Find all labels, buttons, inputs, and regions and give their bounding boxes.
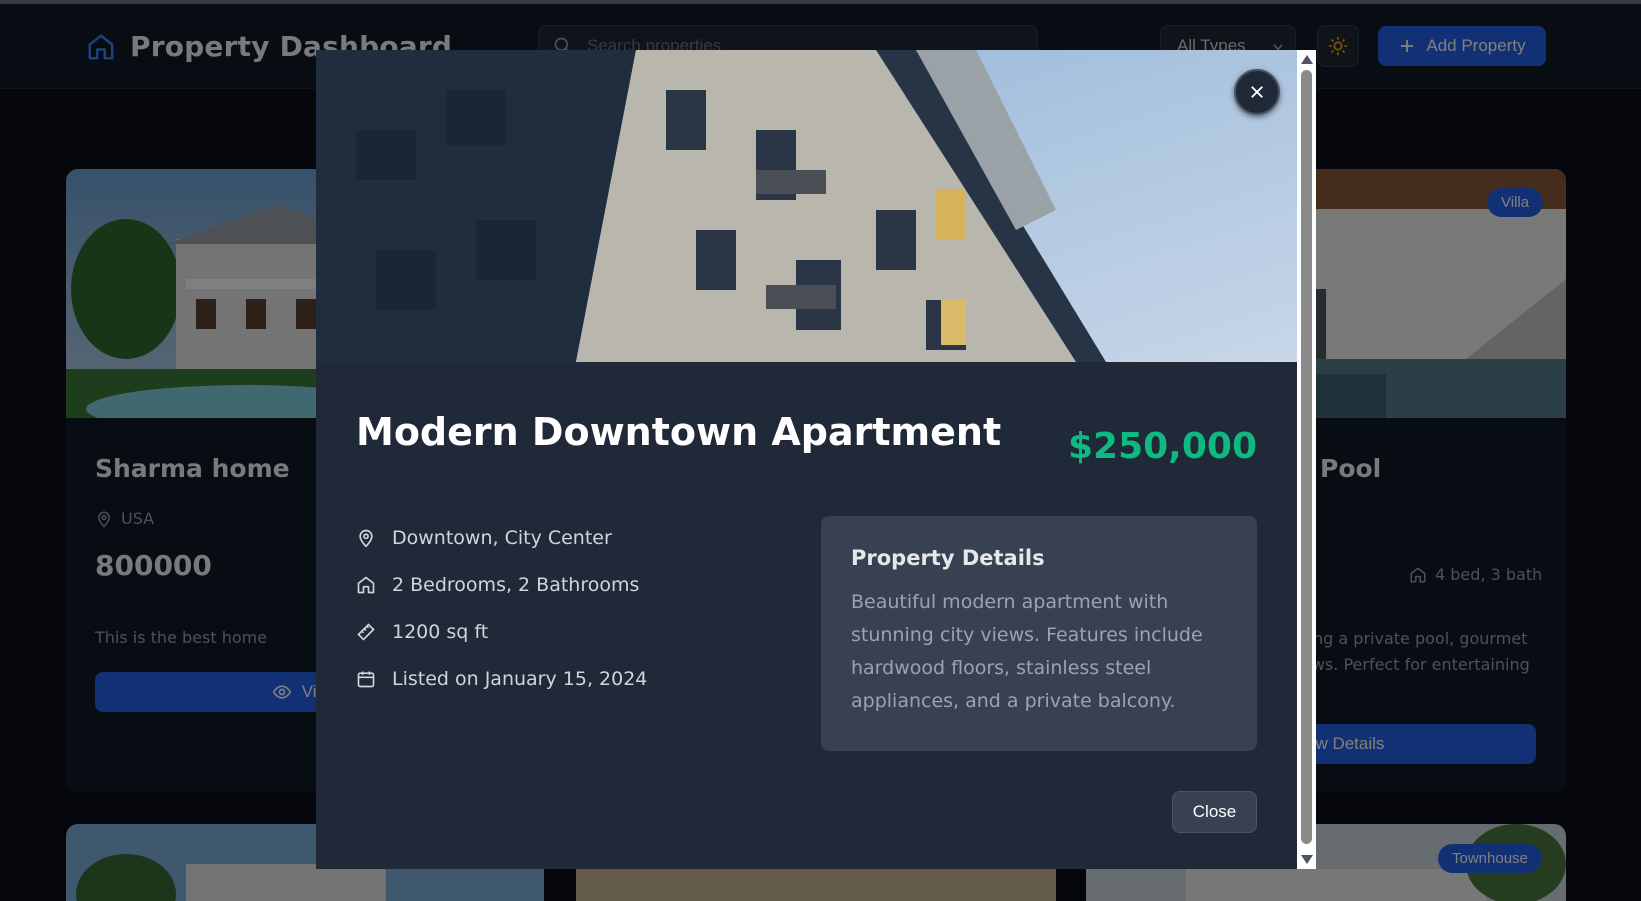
- fact-text: 2 Bedrooms, 2 Bathrooms: [392, 573, 640, 596]
- fact-area: 1200 sq ft: [356, 608, 647, 655]
- scroll-thumb[interactable]: [1301, 70, 1312, 844]
- close-x-button[interactable]: [1234, 69, 1280, 115]
- details-heading: Property Details: [851, 546, 1045, 570]
- fact-text: 1200 sq ft: [392, 620, 489, 643]
- property-details-panel: Property Details Beautiful modern apartm…: [821, 516, 1257, 751]
- property-hero-image: [316, 50, 1297, 362]
- fact-text: Listed on January 15, 2024: [392, 667, 648, 690]
- modal-price: $250,000: [1067, 426, 1257, 467]
- close-icon: [1251, 86, 1263, 98]
- calendar-icon: [357, 671, 375, 687]
- fact-rooms: 2 Bedrooms, 2 Bathrooms: [356, 561, 647, 608]
- ruler-icon: [357, 622, 375, 641]
- home-icon: [357, 576, 375, 593]
- property-facts-list: Downtown, City Center 2 Bedrooms, 2 Bath…: [356, 514, 647, 702]
- modal-title: Modern Downtown Apartment: [356, 410, 1002, 454]
- property-detail-modal: Modern Downtown Apartment $250,000 Downt…: [316, 50, 1297, 869]
- modal-scrollbar[interactable]: [1297, 50, 1316, 869]
- fact-listed-date: Listed on January 15, 2024: [356, 655, 647, 702]
- map-pin-icon: [359, 529, 373, 548]
- scroll-down-arrow[interactable]: [1301, 855, 1313, 864]
- close-button[interactable]: Close: [1172, 791, 1257, 833]
- fact-text: Downtown, City Center: [392, 526, 612, 549]
- details-description: Beautiful modern apartment with stunning…: [851, 591, 1203, 712]
- scroll-up-arrow[interactable]: [1301, 55, 1313, 64]
- fact-location: Downtown, City Center: [356, 514, 647, 561]
